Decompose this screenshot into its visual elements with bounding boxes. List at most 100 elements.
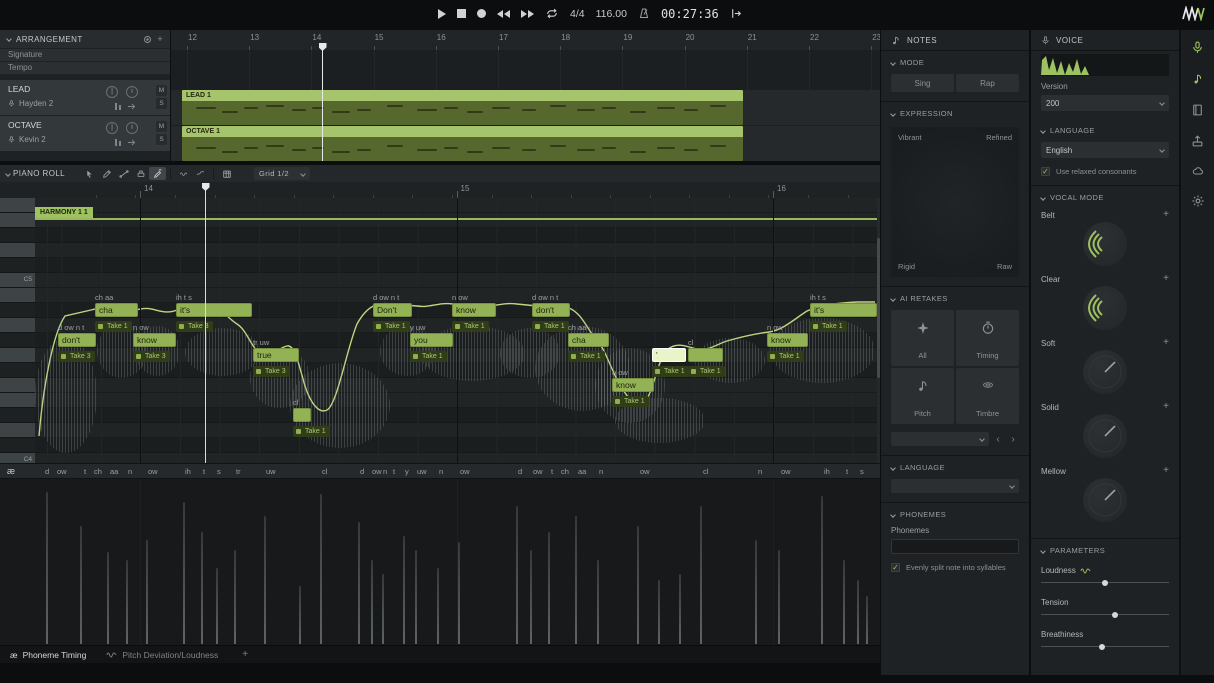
note[interactable]: Don't: [373, 303, 412, 317]
mute-button[interactable]: M: [156, 85, 167, 96]
voice-language-header[interactable]: LANGUAGE: [1031, 119, 1179, 142]
phoneme-token[interactable]: n: [758, 467, 762, 476]
take-chip[interactable]: Take 1: [612, 396, 649, 407]
phoneme-token[interactable]: t: [203, 467, 205, 476]
phoneme-token[interactable]: ow: [148, 467, 158, 476]
add-vocal-mode-automation-button[interactable]: +: [1163, 401, 1169, 412]
line-tool[interactable]: [115, 167, 132, 180]
phoneme-token[interactable]: uw: [266, 467, 276, 476]
phoneme-token[interactable]: aa: [110, 467, 118, 476]
slider-thumb[interactable]: [1112, 612, 1118, 618]
black-key[interactable]: [0, 258, 35, 273]
vocal-mode-knob[interactable]: [1083, 286, 1127, 330]
add-vocal-mode-automation-button[interactable]: +: [1163, 273, 1169, 284]
note[interactable]: [688, 348, 723, 362]
note[interactable]: cha: [568, 333, 609, 347]
track-info-icon[interactable]: i: [126, 122, 138, 134]
phoneme-token[interactable]: t: [846, 467, 848, 476]
version-select[interactable]: 200: [1041, 95, 1169, 111]
library-icon[interactable]: [1191, 103, 1204, 117]
clip-octave-1[interactable]: OCTAVE 1: [182, 126, 743, 161]
retake-timing-button[interactable]: Timing: [956, 310, 1019, 366]
phoneme-token[interactable]: tr: [236, 467, 241, 476]
vocal-mode-header[interactable]: VOCAL MODE: [1031, 186, 1179, 209]
black-key[interactable]: [0, 408, 35, 423]
pointer-tool[interactable]: [81, 167, 98, 180]
white-key[interactable]: [0, 423, 35, 438]
black-key[interactable]: [0, 333, 35, 348]
prev-take-button[interactable]: ‹: [992, 434, 1004, 445]
white-key[interactable]: C4: [0, 453, 35, 463]
next-take-button[interactable]: ›: [1007, 434, 1019, 445]
note[interactable]: it's: [810, 303, 877, 317]
parameter-slider[interactable]: [1041, 578, 1169, 588]
phoneme-token[interactable]: aa: [578, 467, 586, 476]
black-key[interactable]: [0, 363, 35, 378]
phoneme-token[interactable]: t: [84, 467, 86, 476]
add-vocal-mode-automation-button[interactable]: +: [1163, 465, 1169, 476]
expression-section-header[interactable]: EXPRESSION: [881, 102, 1029, 125]
tab-pitch-deviation-loudness[interactable]: Pitch Deviation/Loudness: [96, 646, 228, 663]
arrangement-header[interactable]: ARRANGEMENT +: [0, 30, 170, 48]
note[interactable]: you: [410, 333, 453, 347]
stop-button[interactable]: [457, 9, 466, 18]
phoneme-token[interactable]: t: [551, 467, 553, 476]
phoneme-token[interactable]: ow: [533, 467, 543, 476]
add-panel-tab-button[interactable]: +: [242, 649, 248, 660]
quantize-tool[interactable]: [218, 167, 235, 180]
clip-tag[interactable]: HARMONY 1 1: [35, 207, 93, 218]
phoneme-token[interactable]: n: [599, 467, 603, 476]
take-chip[interactable]: Take 1: [810, 321, 847, 332]
phoneme-token[interactable]: ih: [185, 467, 191, 476]
parameter-slider[interactable]: [1041, 610, 1169, 620]
piano-roll-playhead[interactable]: [205, 183, 206, 463]
phoneme-token[interactable]: ow: [460, 467, 470, 476]
note[interactable]: don't: [532, 303, 570, 317]
phoneme-token[interactable]: ch: [94, 467, 102, 476]
arrangement-options-icon[interactable]: [143, 35, 152, 44]
phoneme-token[interactable]: ow: [57, 467, 67, 476]
arrangement-ruler[interactable]: 121314151617181920212223: [171, 30, 880, 50]
take-chip[interactable]: Take 1: [688, 366, 725, 377]
settings-gear-icon[interactable]: [1191, 194, 1205, 208]
phoneme-timing-panel[interactable]: [0, 478, 880, 645]
white-key[interactable]: [0, 348, 35, 363]
white-key[interactable]: C5: [0, 273, 35, 288]
vocal-mode-knob[interactable]: [1083, 414, 1127, 458]
loop-button[interactable]: [545, 7, 559, 20]
tempo-value[interactable]: 116.00: [596, 8, 627, 20]
jump-marker-icon[interactable]: [730, 7, 743, 20]
black-key[interactable]: [0, 228, 35, 243]
glue-tool[interactable]: [132, 167, 149, 180]
phoneme-token[interactable]: d: [45, 467, 49, 476]
black-key[interactable]: [0, 303, 35, 318]
phoneme-token[interactable]: ow: [372, 467, 382, 476]
note[interactable]: ': [652, 348, 686, 362]
retake-all-button[interactable]: All: [891, 310, 954, 366]
note[interactable]: know: [133, 333, 176, 347]
voice-language-select[interactable]: English: [1041, 142, 1169, 158]
play-button[interactable]: [438, 9, 446, 19]
mode-section-header[interactable]: MODE: [881, 51, 1029, 74]
grid-select[interactable]: Grid 1/2: [254, 167, 310, 180]
phoneme-token[interactable]: d: [360, 467, 364, 476]
white-key[interactable]: [0, 213, 35, 228]
note[interactable]: cha: [95, 303, 138, 317]
note[interactable]: know: [452, 303, 496, 317]
note-canvas[interactable]: HARMONY 1 1 d ow n tdon'tTake 3ch aachaT…: [35, 198, 880, 463]
phoneme-token[interactable]: d: [518, 467, 522, 476]
rap-mode-button[interactable]: Rap: [956, 74, 1019, 92]
phoneme-token[interactable]: ow: [640, 467, 650, 476]
language-section-header[interactable]: LANGUAGE: [881, 456, 1029, 479]
solo-button[interactable]: S: [156, 98, 167, 109]
time-signature[interactable]: 4/4: [570, 8, 585, 20]
add-vocal-mode-automation-button[interactable]: +: [1163, 337, 1169, 348]
freehand-tool[interactable]: [192, 167, 209, 180]
note[interactable]: know: [612, 378, 654, 392]
take-chip[interactable]: Take 1: [293, 426, 330, 437]
mute-button[interactable]: M: [156, 121, 167, 132]
voice-panel-icon[interactable]: [1191, 40, 1204, 55]
phoneme-token[interactable]: ih: [824, 467, 830, 476]
phoneme-token[interactable]: t: [393, 467, 395, 476]
take-chip[interactable]: Take 1: [568, 351, 605, 362]
